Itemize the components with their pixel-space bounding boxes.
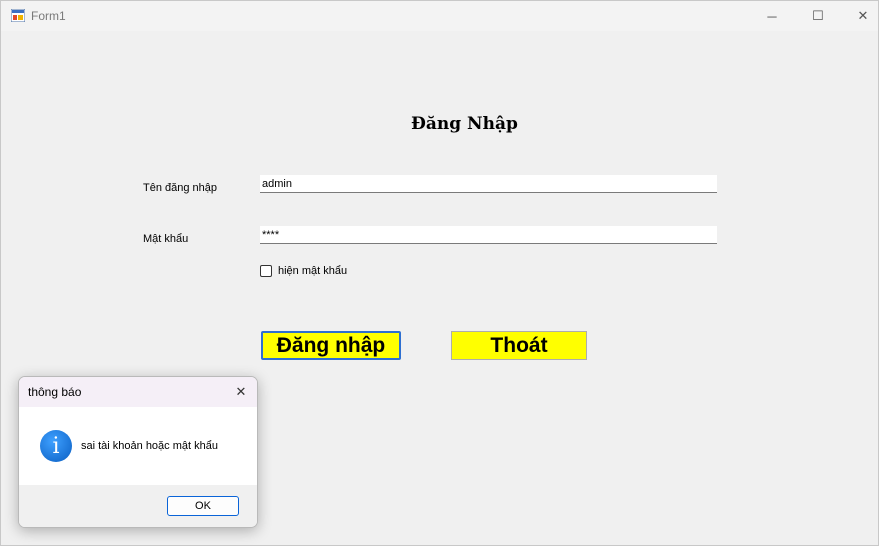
dialog-close-button[interactable]: ✕: [231, 382, 251, 402]
exit-button[interactable]: Thoát: [451, 331, 587, 360]
window-title: Form1: [31, 9, 66, 23]
password-input[interactable]: [260, 226, 717, 244]
login-button[interactable]: Đăng nhập: [261, 331, 401, 360]
username-input[interactable]: [260, 175, 717, 193]
minimize-icon: ─: [767, 8, 777, 24]
dialog-title-bar[interactable]: thông báo ✕: [19, 377, 257, 407]
app-icon: [11, 9, 25, 22]
message-dialog: thông báo ✕ i sai tài khoản hoặc mật khẩ…: [18, 376, 258, 528]
password-label: Mật khẩu: [143, 233, 189, 245]
info-icon: i: [40, 430, 72, 462]
maximize-button[interactable]: ☐: [795, 1, 841, 31]
close-button[interactable]: ✕: [840, 1, 879, 31]
close-icon: ✕: [235, 384, 247, 399]
ok-button[interactable]: OK: [167, 496, 239, 516]
dialog-title: thông báo: [28, 385, 82, 399]
show-password-checkbox[interactable]: [260, 265, 272, 277]
minimize-button[interactable]: ─: [749, 1, 795, 31]
dialog-message: sai tài khoản hoặc mật khẩu: [81, 440, 218, 452]
username-label: Tên đăng nhập: [143, 182, 218, 194]
show-password-label[interactable]: hiện mật khẩu: [278, 265, 347, 277]
page-title: Đăng Nhập: [411, 114, 518, 134]
title-bar[interactable]: Form1 ─ ☐ ✕: [1, 1, 878, 31]
maximize-icon: ☐: [812, 8, 824, 23]
close-icon: ✕: [857, 8, 869, 23]
